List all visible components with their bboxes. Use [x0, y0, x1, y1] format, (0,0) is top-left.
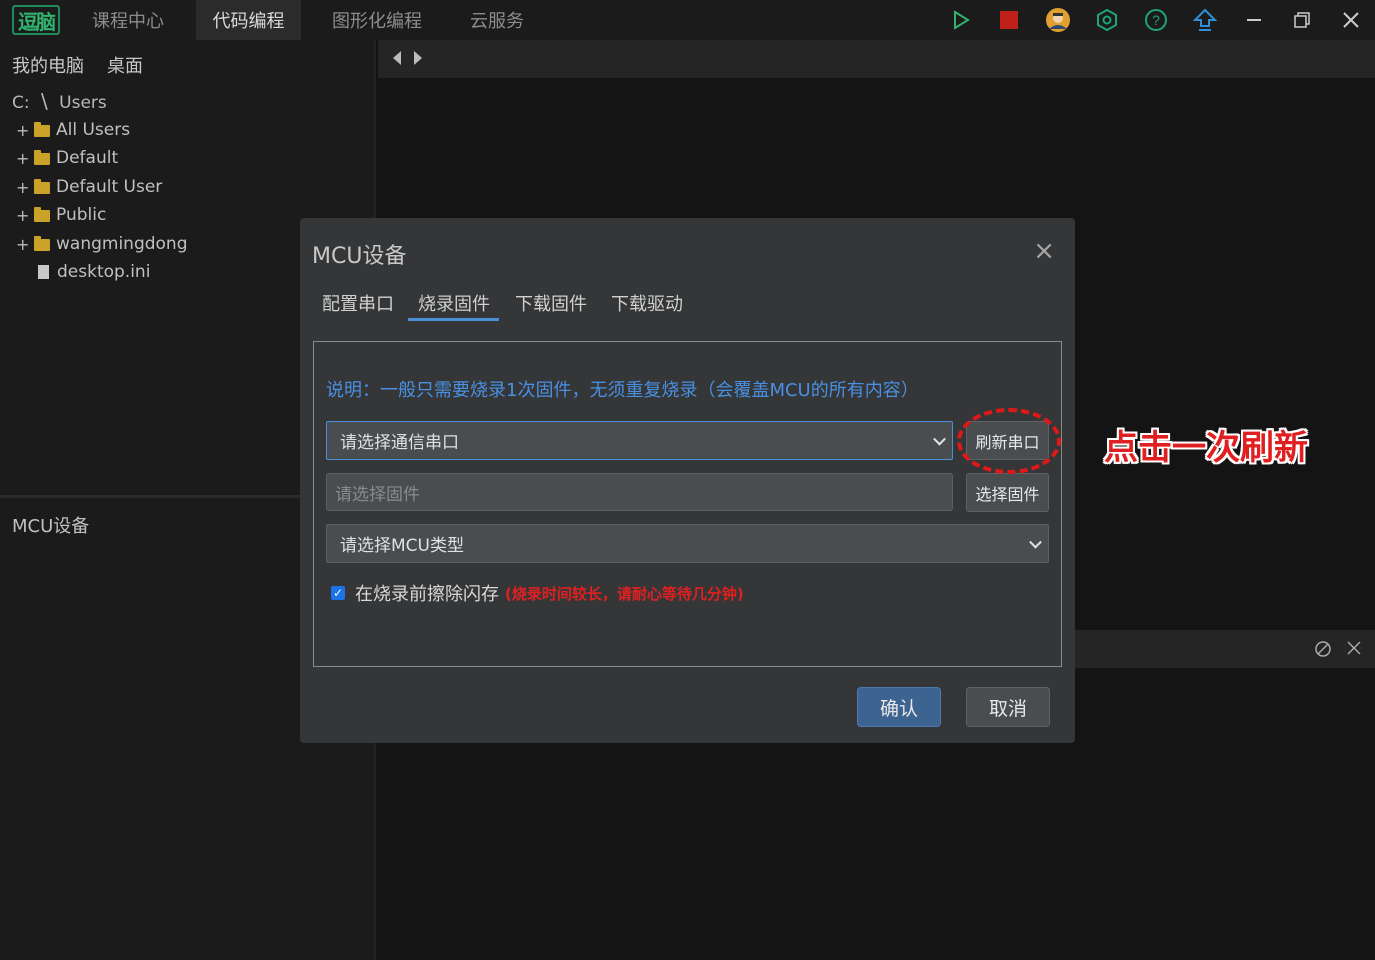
- choose-firmware-button[interactable]: 选择固件: [966, 473, 1049, 512]
- nav-code-programming[interactable]: 代码编程: [196, 0, 301, 40]
- tree-item[interactable]: + wangmingdong: [16, 232, 188, 256]
- breadcrumb-drive[interactable]: C:: [12, 93, 30, 113]
- nav-graphical-programming[interactable]: 图形化编程: [318, 0, 436, 40]
- erase-flash-option: ✓ 在烧录前擦除闪存 (烧录时间较长，请耐心等待几分钟): [331, 580, 744, 606]
- erase-flash-warning: (烧录时间较长，请耐心等待几分钟): [505, 584, 744, 603]
- folder-icon: [34, 236, 50, 251]
- folder-icon: [34, 179, 50, 194]
- expand-icon[interactable]: +: [16, 149, 30, 168]
- refresh-highlight-ring: [957, 408, 1061, 474]
- help-icon[interactable]: ?: [1142, 6, 1170, 34]
- tree-item-label: wangmingdong: [56, 234, 188, 254]
- serial-port-select[interactable]: 请选择通信串口: [326, 421, 953, 460]
- play-icon[interactable]: [947, 6, 975, 34]
- expand-icon[interactable]: +: [16, 178, 30, 197]
- mcu-device-dialog: MCU设备 × 配置串口 烧录固件 下载固件 下载驱动 说明：一般只需要烧录1次…: [300, 218, 1075, 743]
- confirm-button[interactable]: 确认: [857, 687, 941, 727]
- app-logo: 逗脑: [12, 5, 60, 35]
- nav-cloud-service[interactable]: 云服务: [458, 0, 536, 40]
- nav-course-center[interactable]: 课程中心: [73, 0, 183, 40]
- tab-configure-port[interactable]: 配置串口: [322, 290, 394, 316]
- mcu-type-select-value: 请选择MCU类型: [340, 536, 464, 556]
- console-toolbar: [1074, 630, 1375, 668]
- minimize-icon[interactable]: [1240, 6, 1268, 34]
- tree-item[interactable]: + All Users: [16, 118, 130, 142]
- tree-item-label: desktop.ini: [57, 262, 151, 282]
- tab-desktop[interactable]: 桌面: [107, 52, 143, 78]
- close-icon[interactable]: [1337, 6, 1365, 34]
- expand-icon[interactable]: +: [16, 121, 30, 140]
- clear-icon[interactable]: [1314, 640, 1332, 662]
- gear-hex-icon[interactable]: [1093, 6, 1121, 34]
- mcu-type-select[interactable]: 请选择MCU类型: [326, 524, 1049, 563]
- stop-icon[interactable]: [995, 6, 1023, 34]
- tree-item-label: Default: [56, 148, 119, 168]
- tree-item[interactable]: desktop.ini: [16, 260, 150, 284]
- breadcrumb-separator: \: [41, 89, 48, 113]
- mcu-device-panel-title: MCU设备: [12, 516, 90, 537]
- dialog-title: MCU设备: [312, 244, 407, 269]
- annotation-text: 点击一次刷新: [1104, 428, 1308, 468]
- folder-icon: [34, 207, 50, 222]
- tree-item-label: Public: [56, 205, 107, 225]
- expand-icon[interactable]: +: [16, 235, 30, 254]
- console-close-icon[interactable]: [1346, 640, 1362, 660]
- tab-download-driver[interactable]: 下载驱动: [611, 290, 683, 316]
- file-icon: [38, 265, 49, 279]
- dialog-close-icon[interactable]: ×: [1033, 236, 1055, 266]
- tree-item-label: All Users: [56, 120, 131, 140]
- erase-flash-checkbox[interactable]: ✓: [331, 586, 345, 600]
- restore-icon[interactable]: [1288, 6, 1316, 34]
- breadcrumb-users[interactable]: Users: [59, 93, 107, 113]
- folder-icon: [34, 122, 50, 137]
- breadcrumb: C: \ Users: [12, 89, 107, 113]
- chevron-down-icon: [1029, 535, 1042, 549]
- tab-burn-firmware[interactable]: 烧录固件: [418, 290, 490, 316]
- tree-item[interactable]: + Default User: [16, 175, 162, 199]
- tree-item[interactable]: + Public: [16, 203, 106, 227]
- firmware-path-input[interactable]: 请选择固件: [326, 473, 953, 511]
- user-avatar-icon[interactable]: [1044, 6, 1072, 34]
- tree-item[interactable]: + Default: [16, 146, 118, 170]
- tree-item-label: Default User: [56, 177, 163, 197]
- arrow-right-icon[interactable]: [412, 50, 424, 70]
- burn-firmware-panel: 说明：一般只需要烧录1次固件，无须重复烧录（会覆盖MCU的所有内容） 请选择通信…: [313, 341, 1062, 667]
- description-text: 说明：一般只需要烧录1次固件，无须重复烧录（会覆盖MCU的所有内容）: [326, 380, 919, 401]
- erase-flash-label[interactable]: 在烧录前擦除闪存: [355, 580, 499, 606]
- expand-icon[interactable]: +: [16, 206, 30, 225]
- arrow-left-icon[interactable]: [391, 50, 403, 70]
- svg-text:?: ?: [1152, 12, 1160, 28]
- folder-icon: [34, 150, 50, 165]
- editor-tab-bar: [378, 40, 1375, 78]
- upload-icon[interactable]: [1191, 6, 1219, 34]
- tab-my-computer[interactable]: 我的电脑: [12, 52, 84, 78]
- tab-download-firmware[interactable]: 下载固件: [515, 290, 587, 316]
- title-bar: 逗脑 课程中心 代码编程 图形化编程 云服务 ?: [0, 0, 1375, 40]
- active-tab-indicator: [408, 318, 499, 321]
- serial-port-select-value: 请选择通信串口: [340, 433, 459, 453]
- cancel-button[interactable]: 取消: [966, 687, 1050, 727]
- chevron-down-icon: [933, 432, 946, 446]
